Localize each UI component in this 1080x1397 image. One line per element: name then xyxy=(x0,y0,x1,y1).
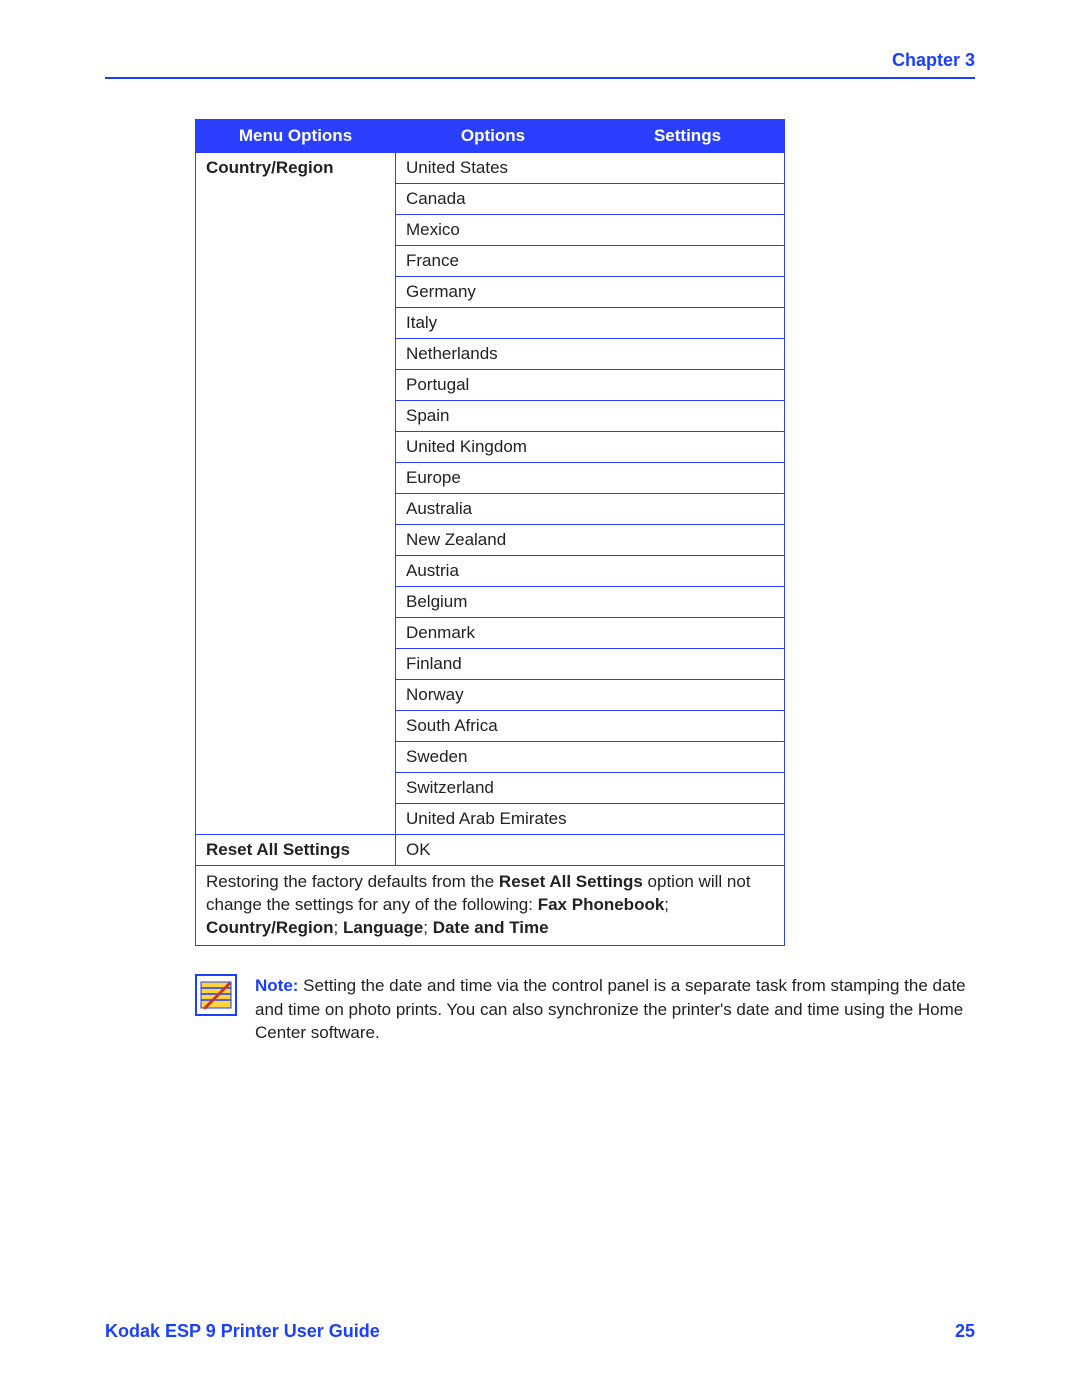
cell-option: Finland xyxy=(396,649,785,680)
footnote-bold: Reset All Settings xyxy=(499,872,643,891)
footnote-bold: Language xyxy=(343,918,423,937)
col-options: Options xyxy=(396,120,591,153)
footnote-text: ; xyxy=(423,918,432,937)
page-footer: Kodak ESP 9 Printer User Guide 25 xyxy=(105,1321,975,1342)
cell-option: Denmark xyxy=(396,618,785,649)
menu-options-table: Menu Options Options Settings Country/Re… xyxy=(195,119,785,946)
cell-option: OK xyxy=(396,835,785,866)
cell-menu: Reset All Settings xyxy=(196,835,396,866)
note-icon xyxy=(195,974,237,1016)
table-header-row: Menu Options Options Settings xyxy=(196,120,785,153)
table-footnote: Restoring the factory defaults from the … xyxy=(196,866,785,946)
chapter-label: Chapter 3 xyxy=(105,50,975,71)
footnote-text: Restoring the factory defaults from the xyxy=(206,872,499,891)
cell-option: Spain xyxy=(396,401,785,432)
footnote-bold: Fax Phonebook xyxy=(538,895,665,914)
cell-option: Italy xyxy=(396,308,785,339)
footer-page-number: 25 xyxy=(955,1321,975,1342)
table-row: Country/Region United States xyxy=(196,153,785,184)
footnote-text: ; xyxy=(664,895,669,914)
note-text-wrap: Note: Setting the date and time via the … xyxy=(255,974,975,1045)
cell-option: United States xyxy=(396,153,785,184)
cell-option: Belgium xyxy=(396,587,785,618)
col-settings: Settings xyxy=(591,120,785,153)
footnote-bold: Country/Region xyxy=(206,918,334,937)
footnote-bold: Date and Time xyxy=(433,918,549,937)
cell-option: France xyxy=(396,246,785,277)
cell-option: Sweden xyxy=(396,742,785,773)
cell-option: United Kingdom xyxy=(396,432,785,463)
note-body: Setting the date and time via the contro… xyxy=(255,976,966,1043)
cell-option: Canada xyxy=(396,184,785,215)
footnote-text: ; xyxy=(334,918,343,937)
cell-option: South Africa xyxy=(396,711,785,742)
cell-option: Netherlands xyxy=(396,339,785,370)
table-footnote-row: Restoring the factory defaults from the … xyxy=(196,866,785,946)
cell-option: Mexico xyxy=(396,215,785,246)
cell-option: New Zealand xyxy=(396,525,785,556)
header-rule xyxy=(105,77,975,79)
col-menu-options: Menu Options xyxy=(196,120,396,153)
cell-option: United Arab Emirates xyxy=(396,804,785,835)
note-block: Note: Setting the date and time via the … xyxy=(195,974,975,1045)
cell-option: Germany xyxy=(396,277,785,308)
cell-option: Switzerland xyxy=(396,773,785,804)
cell-option: Australia xyxy=(396,494,785,525)
cell-option: Portugal xyxy=(396,370,785,401)
table-row: Reset All Settings OK xyxy=(196,835,785,866)
note-label: Note: xyxy=(255,976,298,995)
cell-option: Austria xyxy=(396,556,785,587)
cell-option: Norway xyxy=(396,680,785,711)
cell-menu: Country/Region xyxy=(196,153,396,835)
cell-option: Europe xyxy=(396,463,785,494)
footer-title: Kodak ESP 9 Printer User Guide xyxy=(105,1321,380,1342)
